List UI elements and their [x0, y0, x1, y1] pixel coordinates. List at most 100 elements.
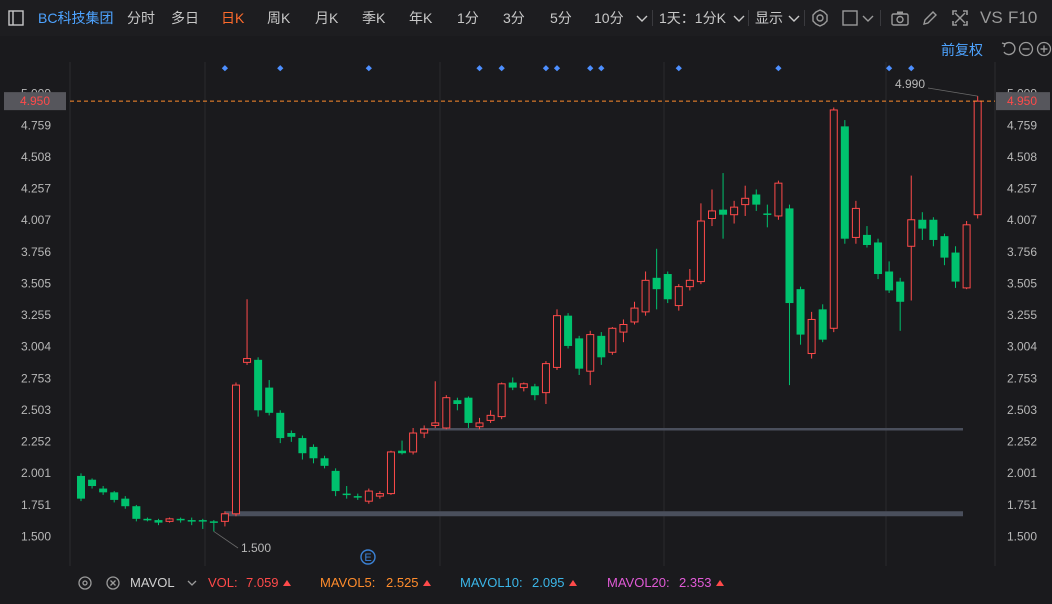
candle-body — [929, 219, 938, 240]
candle-body — [453, 400, 462, 404]
candle — [907, 175, 916, 301]
candle-body — [364, 490, 373, 502]
candle — [187, 517, 196, 526]
candle-body — [619, 323, 628, 333]
candle — [896, 277, 905, 331]
event-marker — [587, 65, 594, 72]
candle — [774, 180, 783, 220]
y-tick-label: 1.500 — [1007, 530, 1037, 544]
candle — [785, 204, 794, 386]
event-marker — [598, 65, 605, 72]
mavol5-value: 2.525 — [386, 570, 431, 596]
candle — [763, 204, 772, 228]
candle — [431, 381, 440, 428]
candle-body — [121, 498, 130, 507]
min-price-label: 1.500 — [241, 541, 271, 555]
candle-body — [785, 208, 794, 304]
candle — [220, 511, 229, 527]
indicator-settings-icon[interactable] — [76, 571, 94, 597]
candle — [519, 382, 528, 392]
candle — [99, 486, 108, 495]
candle-body — [918, 219, 927, 229]
mavol10-value: 2.095 — [532, 570, 577, 596]
candle-body — [353, 496, 362, 498]
candle-body — [674, 286, 683, 307]
chart-grid — [69, 62, 996, 566]
event-marker — [553, 65, 561, 72]
candle-body — [962, 224, 971, 289]
event-e-label: E — [364, 552, 371, 564]
candle — [851, 200, 860, 244]
candle-body — [564, 315, 573, 346]
y-tick-label: 1.500 — [21, 530, 51, 544]
candle — [730, 200, 739, 224]
event-marker — [365, 65, 372, 72]
candle — [77, 473, 85, 502]
candle — [121, 496, 130, 509]
candle — [597, 332, 606, 365]
y-tick-label: 2.753 — [21, 371, 51, 385]
candle-body — [586, 334, 595, 372]
max-leader-line — [927, 87, 978, 97]
y-axis-left: 1.500 1.751 2.001 2.252 2.503 2.753 3.004 3.255… — [21, 87, 51, 544]
candle — [575, 335, 584, 375]
candle-body — [829, 109, 838, 329]
candle — [530, 383, 539, 401]
candle-body — [342, 493, 351, 496]
candle — [973, 96, 982, 219]
candle — [320, 455, 329, 469]
candle-body — [154, 520, 163, 523]
candle-body — [110, 492, 119, 500]
max-price-label: 4.990 — [895, 77, 925, 91]
candle-body — [231, 384, 240, 515]
candle — [541, 361, 550, 404]
y-tick-label: 2.753 — [1007, 371, 1037, 385]
candle — [464, 396, 473, 428]
y-tick-label: 2.503 — [21, 403, 51, 417]
up-arrow-icon — [715, 580, 724, 586]
y-tick-label: 3.756 — [1007, 245, 1037, 259]
candle-body — [951, 252, 960, 282]
candlestick-chart[interactable]: 1.500 1.751 2.001 2.252 2.503 2.753 3.004 3.255… — [0, 0, 1052, 570]
candle-body — [475, 422, 484, 428]
candle-body — [265, 387, 274, 413]
event-marker — [221, 65, 229, 72]
candle-body — [818, 309, 827, 340]
candle-body — [530, 386, 539, 396]
candle-body — [375, 493, 384, 497]
indicator-name[interactable]: MAVOL — [130, 570, 175, 596]
candle — [829, 107, 838, 333]
candle-body — [663, 274, 672, 300]
y-tick-label: 4.508 — [21, 150, 51, 164]
candle — [386, 450, 395, 495]
candle-body — [597, 335, 606, 358]
candle — [674, 284, 683, 311]
candle-body — [243, 358, 252, 363]
event-marker — [277, 65, 284, 72]
candle-body — [398, 450, 407, 454]
candle-body — [874, 242, 883, 275]
candle-body — [851, 207, 860, 238]
candle-body — [696, 220, 705, 283]
event-marker — [885, 65, 893, 72]
candle — [619, 319, 628, 343]
candle-body — [741, 197, 750, 206]
candle — [375, 491, 384, 499]
indicator-bar: MAVOL VOL: 7.059 MAVOL5: 2.525 MAVOL10: … — [0, 570, 1052, 600]
candle-body — [187, 520, 196, 522]
candle — [287, 430, 296, 442]
candle — [110, 491, 119, 503]
y-tick-label: 4.257 — [1007, 182, 1037, 196]
candle — [940, 233, 949, 266]
y-tick-label: 4.007 — [1007, 213, 1037, 227]
candle-body — [519, 383, 528, 389]
candle-body — [497, 383, 506, 418]
candle — [807, 311, 816, 359]
chevron-down-icon[interactable] — [184, 571, 200, 597]
candle — [342, 486, 351, 499]
min-leader-line — [213, 531, 239, 549]
candle — [176, 517, 185, 523]
close-icon[interactable] — [104, 571, 122, 597]
event-marker — [542, 65, 550, 72]
candle — [918, 212, 927, 240]
